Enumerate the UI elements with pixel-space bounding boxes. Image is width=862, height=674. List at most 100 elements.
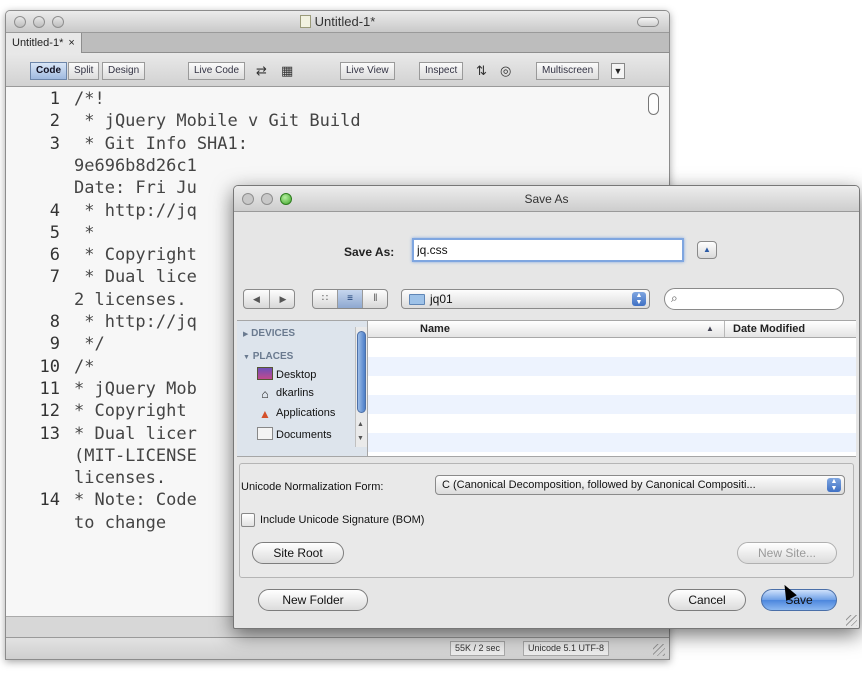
tab-close-icon[interactable]: × <box>68 37 74 49</box>
sidebar-scroll-thumb[interactable] <box>357 331 366 413</box>
site-root-button[interactable]: Site Root <box>252 542 344 564</box>
sidebar-scrollbar[interactable]: ▲ ▼ <box>355 327 367 447</box>
code-line[interactable]: 2 licenses. <box>6 290 187 310</box>
sidebar-item-documents[interactable]: Documents <box>257 427 332 441</box>
applications-icon: ▲ <box>259 407 271 421</box>
code-line[interactable]: to change <box>6 513 166 533</box>
code-line[interactable]: 14 * Note: Code <box>6 490 197 510</box>
code-line[interactable]: 11 * jQuery Mob <box>6 379 197 399</box>
search-icon: ⌕ <box>671 291 678 305</box>
cancel-button[interactable]: Cancel <box>668 589 746 611</box>
code-text: licenses. <box>74 468 167 489</box>
code-line[interactable]: 3 * Git Info SHA1: <box>6 134 248 154</box>
list-row <box>368 433 856 452</box>
line-number: 6 <box>49 245 60 266</box>
new-folder-button[interactable]: New Folder <box>258 589 368 611</box>
list-view-icon[interactable]: ≡ <box>338 290 363 308</box>
close-window-icon[interactable] <box>14 16 26 28</box>
code-text: to change <box>74 512 167 533</box>
back-forward-buttons: ◀ ▶ <box>243 289 295 309</box>
column-date-modified[interactable]: Date Modified <box>724 321 856 337</box>
places-header[interactable]: ▼ PLACES <box>243 351 293 362</box>
line-number: 9 <box>49 334 60 355</box>
file-management-icon[interactable]: ⇄ <box>256 62 267 80</box>
bom-checkbox[interactable] <box>241 513 255 527</box>
preview-icon[interactable]: ▦ <box>281 62 293 80</box>
multiscreen-button[interactable]: Multiscreen <box>536 62 600 80</box>
file-list[interactable]: Name ▲ Date Modified <box>368 321 856 456</box>
line-number: 3 <box>49 133 60 154</box>
line-number: 13 <box>39 423 60 444</box>
code-text: * Note: Code <box>74 490 197 511</box>
code-scrollbar[interactable] <box>648 93 659 115</box>
code-view-button[interactable]: Code <box>30 62 67 80</box>
dialog-zoom-icon[interactable] <box>280 193 292 205</box>
tab-untitled-1[interactable]: Untitled-1* × <box>6 33 82 53</box>
code-line[interactable]: licenses. <box>6 468 166 488</box>
resize-grip-icon[interactable] <box>653 644 665 656</box>
sidebar-item-desktop[interactable]: Desktop <box>257 367 316 381</box>
sidebar-item-dkarlins[interactable]: ⌂ dkarlins <box>257 387 314 401</box>
code-text: * http://jq <box>74 200 197 221</box>
search-input[interactable]: ⌕ <box>664 288 844 310</box>
list-row <box>368 357 856 376</box>
code-line[interactable]: 5 * <box>6 223 95 243</box>
editor-titlebar[interactable]: Untitled-1* <box>6 11 669 33</box>
live-code-button[interactable]: Live Code <box>188 62 246 80</box>
live-view-button[interactable]: Live View <box>340 62 395 80</box>
code-line[interactable]: (MIT-LICENSE <box>6 446 197 466</box>
code-line[interactable]: 4 * http://jq <box>6 201 197 221</box>
sort-ascending-icon: ▲ <box>706 324 714 333</box>
code-text: */ <box>74 334 105 355</box>
tab-label: Untitled-1* <box>12 37 64 49</box>
globe-icon[interactable]: ◎ <box>500 62 511 80</box>
scroll-up-icon[interactable]: ▲ <box>357 421 364 428</box>
icon-view-icon[interactable]: ∷ <box>313 290 338 308</box>
home-icon: ⌂ <box>261 387 269 401</box>
sync-icon[interactable]: ⇅ <box>476 62 487 80</box>
folder-location-popup[interactable]: jq01 ▲ ▼ <box>401 289 650 309</box>
code-line[interactable]: 13 * Dual licer <box>6 424 197 444</box>
forward-button[interactable]: ▶ <box>270 290 296 308</box>
dialog-resize-grip-icon[interactable] <box>846 615 857 626</box>
save-button[interactable]: Save <box>761 589 837 611</box>
unicode-normalization-select[interactable]: C (Canonical Decomposition, followed by … <box>435 475 845 495</box>
column-name[interactable]: Name <box>420 323 450 335</box>
toolbar-toggle-button[interactable] <box>637 17 659 27</box>
multiscreen-dropdown-icon[interactable]: ▼ <box>611 63 625 79</box>
zoom-window-icon[interactable] <box>52 16 64 28</box>
code-line[interactable]: 7 * Dual lice <box>6 267 197 287</box>
line-number: 2 <box>49 111 60 132</box>
code-line[interactable]: 6 * Copyright <box>6 245 197 265</box>
design-view-button[interactable]: Design <box>102 62 146 80</box>
code-line[interactable]: 10 /* <box>6 357 95 377</box>
save-as-label: Save As: <box>344 245 395 259</box>
scroll-down-icon[interactable]: ▼ <box>357 435 364 442</box>
new-site-button[interactable]: New Site... <box>737 542 837 564</box>
code-text: * http://jq <box>74 312 197 332</box>
status-bar: 55K / 2 sec Unicode 5.1 UTF-8 <box>6 637 669 659</box>
code-line[interactable]: 1 /*! <box>6 89 105 109</box>
encoding-status[interactable]: Unicode 5.1 UTF-8 <box>523 641 610 656</box>
filename-input[interactable] <box>412 238 684 262</box>
devices-header[interactable]: ▶ DEVICES <box>243 328 295 339</box>
code-line[interactable]: 2 * jQuery Mobile v Git Build <box>6 111 361 131</box>
document-tabstrip: Untitled-1* × <box>6 33 669 53</box>
minimize-window-icon[interactable] <box>33 16 45 28</box>
inspect-button[interactable]: Inspect <box>419 62 464 80</box>
code-line[interactable]: 12 * Copyright <box>6 401 187 421</box>
document-toolbar: Code Split Design Live Code ⇄ ▦ Live Vie… <box>6 53 669 87</box>
column-view-icon[interactable]: ‖ <box>363 290 388 308</box>
code-text: Date: Fri Ju <box>74 178 197 199</box>
code-line[interactable]: 9 */ <box>6 334 105 354</box>
code-line[interactable]: 9e696b8d26c1 <box>6 156 197 176</box>
back-button[interactable]: ◀ <box>244 290 270 308</box>
expand-dialog-button[interactable]: ▲ <box>697 241 717 259</box>
code-line[interactable]: Date: Fri Ju <box>6 178 197 198</box>
split-view-button[interactable]: Split <box>68 62 100 80</box>
dialog-titlebar[interactable]: Save As <box>234 186 859 212</box>
sidebar-item-applications[interactable]: ▲ Applications <box>257 407 335 421</box>
places-sidebar: ▶ DEVICES ▼ PLACES Desktop ⌂ dkarlins ▲ Ap… <box>237 321 368 456</box>
line-number: 14 <box>39 490 60 511</box>
code-line[interactable]: 8 * http://jq <box>6 312 197 332</box>
